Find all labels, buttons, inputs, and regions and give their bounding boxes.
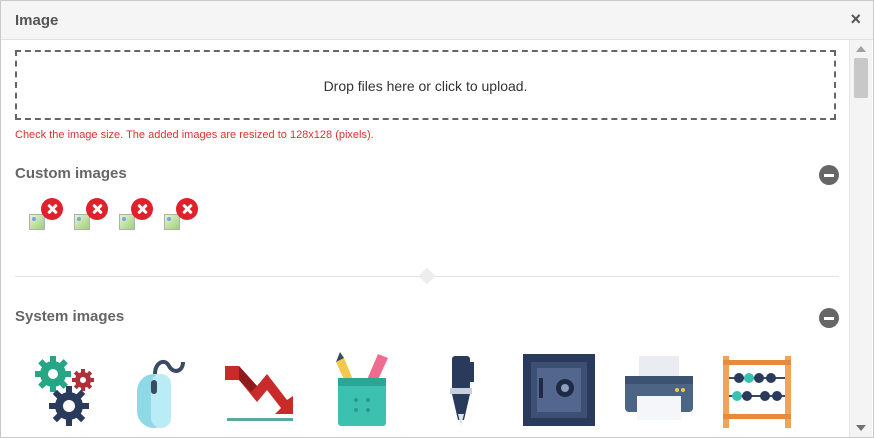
vertical-scrollbar[interactable] (849, 40, 872, 437)
abacus-icon[interactable] (719, 352, 795, 428)
remove-image-icon[interactable] (176, 198, 198, 220)
custom-images-title: Custom images (15, 165, 127, 182)
dialog-title: Image (15, 12, 59, 29)
image-size-warning: Check the image size. The added images a… (15, 129, 374, 141)
remove-image-icon[interactable] (86, 198, 108, 220)
scrollbar-thumb[interactable] (854, 58, 868, 98)
dropzone-text: Drop files here or click to upload. (323, 78, 528, 94)
collapse-custom-images-button[interactable] (819, 165, 839, 185)
custom-image[interactable] (74, 198, 114, 238)
image-dialog: Image × Drop files here or click to uplo… (0, 0, 874, 438)
broken-image-icon (164, 214, 180, 230)
dialog-titlebar: Image × (1, 1, 873, 40)
broken-image-icon (29, 214, 45, 230)
decline-chart-icon[interactable] (221, 352, 297, 428)
safe-icon[interactable] (521, 352, 597, 428)
upload-dropzone[interactable]: Drop files here or click to upload. (15, 50, 836, 120)
broken-image-icon (74, 214, 90, 230)
divider-diamond (418, 267, 436, 285)
custom-image[interactable] (119, 198, 159, 238)
system-images-title: System images (15, 308, 125, 325)
scroll-up-arrow-icon[interactable] (856, 46, 866, 52)
gears-icon[interactable] (31, 352, 107, 428)
pencil-cup-icon[interactable] (326, 352, 402, 428)
custom-image[interactable] (164, 198, 204, 238)
printer-icon[interactable] (621, 352, 697, 428)
scroll-down-arrow-icon[interactable] (856, 425, 866, 431)
custom-image[interactable] (29, 198, 69, 238)
collapse-system-images-button[interactable] (819, 308, 839, 328)
fountain-pen-icon[interactable] (424, 352, 500, 428)
remove-image-icon[interactable] (131, 198, 153, 220)
remove-image-icon[interactable] (41, 198, 63, 220)
computer-mouse-icon[interactable] (125, 352, 201, 428)
dialog-content: Drop files here or click to upload. Chec… (1, 40, 849, 437)
broken-image-icon (119, 214, 135, 230)
close-icon[interactable]: × (850, 10, 861, 28)
